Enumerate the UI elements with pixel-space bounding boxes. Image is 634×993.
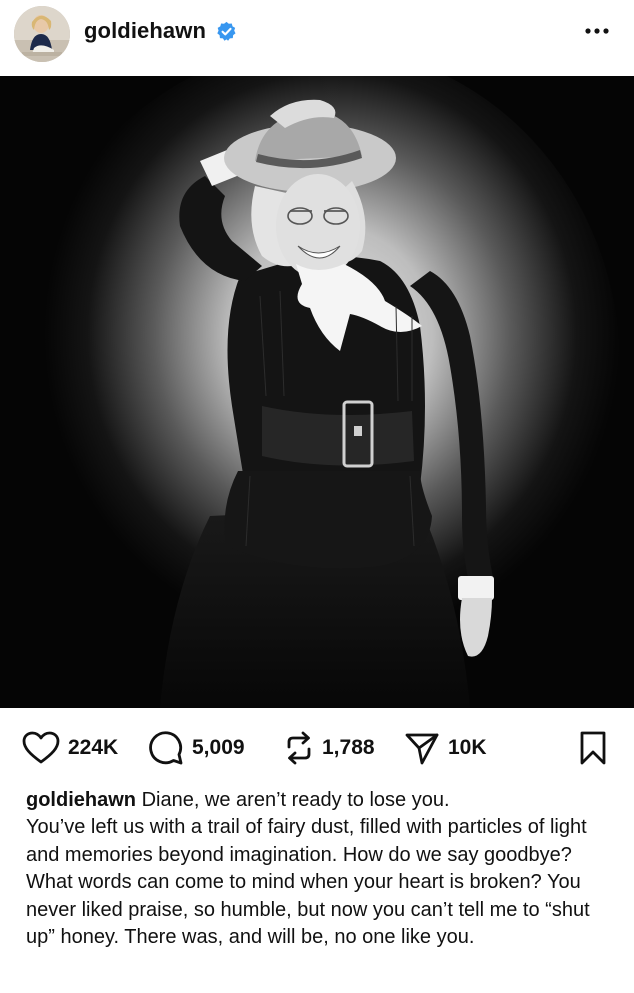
share-button[interactable]: 10K — [404, 724, 487, 772]
share-count: 10K — [448, 736, 487, 759]
repost-button[interactable]: 1,788 — [284, 724, 375, 772]
caption-username[interactable]: goldiehawn — [26, 789, 136, 811]
username[interactable]: goldiehawn — [84, 18, 206, 44]
comment-icon — [149, 731, 183, 765]
like-button[interactable]: 224K — [22, 724, 118, 772]
like-count: 224K — [68, 736, 119, 759]
post-header: goldiehawn — [0, 0, 634, 76]
instagram-post: goldiehawn 224K 5,009 1,788 10K goldieha… — [0, 0, 634, 993]
avatar-image — [14, 6, 70, 62]
post-caption: goldiehawn Diane, we aren’t ready to los… — [26, 787, 616, 951]
bookmark-icon — [580, 731, 606, 765]
save-button[interactable] — [579, 724, 607, 772]
comment-count: 5,009 — [192, 736, 245, 759]
repost-icon — [287, 731, 311, 765]
comment-button[interactable]: 5,009 — [148, 724, 245, 772]
send-icon — [405, 733, 439, 765]
avatar[interactable] — [14, 6, 70, 62]
caption-first-line: Diane, we aren’t ready to lose you. — [141, 789, 450, 811]
heart-icon — [22, 731, 60, 764]
portrait-photo — [0, 76, 634, 708]
verified-badge-icon — [217, 21, 236, 41]
more-options-icon[interactable] — [582, 16, 612, 46]
action-bar: 224K 5,009 1,788 10K — [0, 724, 634, 772]
post-image[interactable] — [0, 76, 634, 708]
caption-body: You’ve left us with a trail of fairy dus… — [26, 816, 590, 949]
repost-count: 1,788 — [322, 736, 375, 759]
